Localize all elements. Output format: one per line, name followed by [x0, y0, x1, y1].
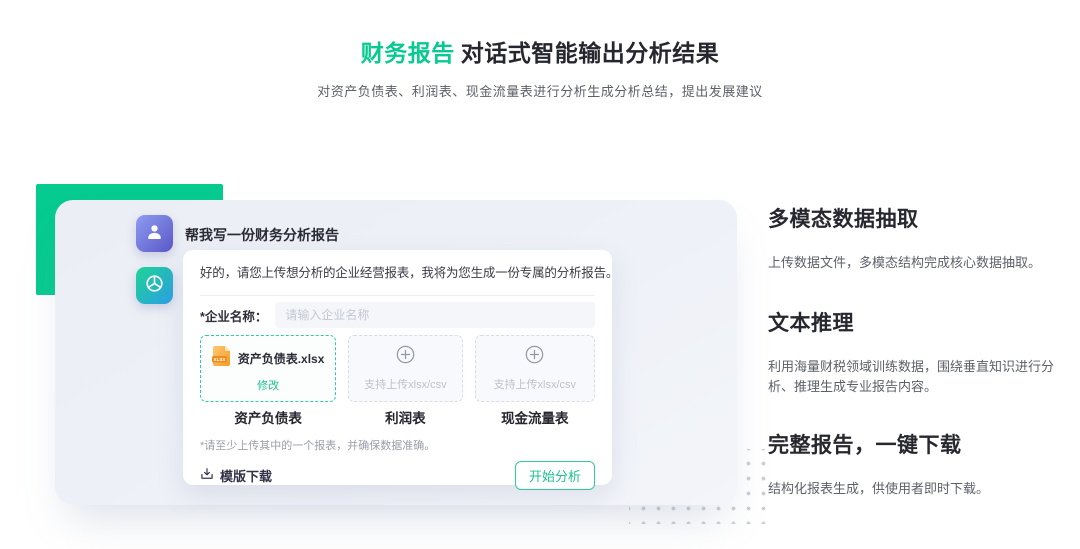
feature-title: 文本推理 — [768, 307, 1074, 337]
feature-title: 完整报告，一键下载 — [768, 429, 1074, 459]
hero: 财务报告对话式智能输出分析结果 对资产负债表、利润表、现金流量表进行分析生成分析… — [0, 34, 1080, 100]
excel-file-icon: XLSX — [212, 345, 232, 372]
bot-message-card: 好的，请您上传想分析的企业经营报表，我将为您生成一份专属的分析报告。 *企业名称… — [183, 250, 612, 485]
feature-multimodal-extraction: 多模态数据抽取 上传数据文件，多模态结构完成核心数据抽取。 — [768, 203, 1074, 273]
upload-note: *请至少上传其中的一个报表，并确保数据准确。 — [200, 437, 595, 453]
page-title-highlight: 财务报告 — [361, 40, 455, 66]
company-name-row: *企业名称： — [200, 302, 595, 328]
start-analysis-button[interactable]: 开始分析 — [515, 461, 595, 490]
upload-labels: 资产负债表 利润表 现金流量表 — [200, 407, 595, 427]
user-avatar — [136, 215, 173, 252]
upload-box-cash-flow[interactable]: 支持上传xlsx/csv — [475, 335, 595, 402]
plus-circle-icon — [396, 345, 415, 369]
uploaded-file-name: 资产负债表.xlsx — [238, 350, 325, 367]
svg-text:XLSX: XLSX — [213, 356, 226, 361]
upload-box-balance-sheet[interactable]: XLSX 资产负债表.xlsx 修改 — [200, 335, 336, 402]
bot-avatar — [136, 267, 173, 304]
bot-logo-icon — [143, 272, 166, 300]
upload-box-income-statement[interactable]: 支持上传xlsx/csv — [348, 335, 462, 402]
download-icon — [200, 467, 214, 484]
feature-report-download: 完整报告，一键下载 结构化报表生成，供使用者即时下载。 — [768, 429, 1074, 499]
page-subtitle: 对资产负债表、利润表、现金流量表进行分析生成分析总结，提出发展建议 — [0, 81, 1080, 100]
user-message: 帮我写一份财务分析报告 — [185, 225, 339, 245]
feature-description: 结构化报表生成，供使用者即时下载。 — [768, 479, 1074, 499]
template-download-label: 模版下载 — [220, 466, 272, 485]
page-title-rest: 对话式智能输出分析结果 — [461, 40, 720, 66]
label-income-statement: 利润表 — [348, 407, 462, 427]
company-name-input[interactable] — [275, 302, 595, 328]
uploaded-file-row: XLSX 资产负债表.xlsx — [212, 345, 325, 372]
template-download-link[interactable]: 模版下载 — [200, 466, 272, 485]
divider — [200, 295, 595, 296]
bot-message: 好的，请您上传想分析的企业经营报表，我将为您生成一份专属的分析报告。 — [200, 262, 595, 281]
modify-file-link[interactable]: 修改 — [257, 377, 279, 393]
user-icon — [144, 221, 165, 247]
feature-title: 多模态数据抽取 — [768, 203, 1074, 233]
upload-boxes: XLSX 资产负债表.xlsx 修改 支持上传xlsx/csv — [200, 335, 595, 402]
page-title: 财务报告对话式智能输出分析结果 — [0, 34, 1080, 68]
upload-hint: 支持上传xlsx/csv — [494, 376, 577, 392]
page: 财务报告对话式智能输出分析结果 对资产负债表、利润表、现金流量表进行分析生成分析… — [0, 0, 1080, 549]
plus-circle-icon — [525, 345, 544, 369]
upload-hint: 支持上传xlsx/csv — [364, 376, 447, 392]
label-balance-sheet: 资产负债表 — [200, 407, 336, 427]
company-name-label: *企业名称： — [200, 306, 267, 325]
label-cash-flow: 现金流量表 — [475, 407, 595, 427]
feature-description: 上传数据文件，多模态结构完成核心数据抽取。 — [768, 253, 1074, 273]
feature-list: 多模态数据抽取 上传数据文件，多模态结构完成核心数据抽取。 文本推理 利用海量财… — [768, 200, 1074, 520]
chat-panel: 帮我写一份财务分析报告 好的，请您上传想分析的企业经营报表，我将为您生成一份专属… — [55, 200, 737, 505]
feature-text-reasoning: 文本推理 利用海量财税领域训练数据，围绕垂直知识进行分析、推理生成专业报告内容。 — [768, 307, 1074, 397]
card-footer: 模版下载 开始分析 — [200, 461, 595, 490]
feature-description: 利用海量财税领域训练数据，围绕垂直知识进行分析、推理生成专业报告内容。 — [768, 357, 1074, 397]
